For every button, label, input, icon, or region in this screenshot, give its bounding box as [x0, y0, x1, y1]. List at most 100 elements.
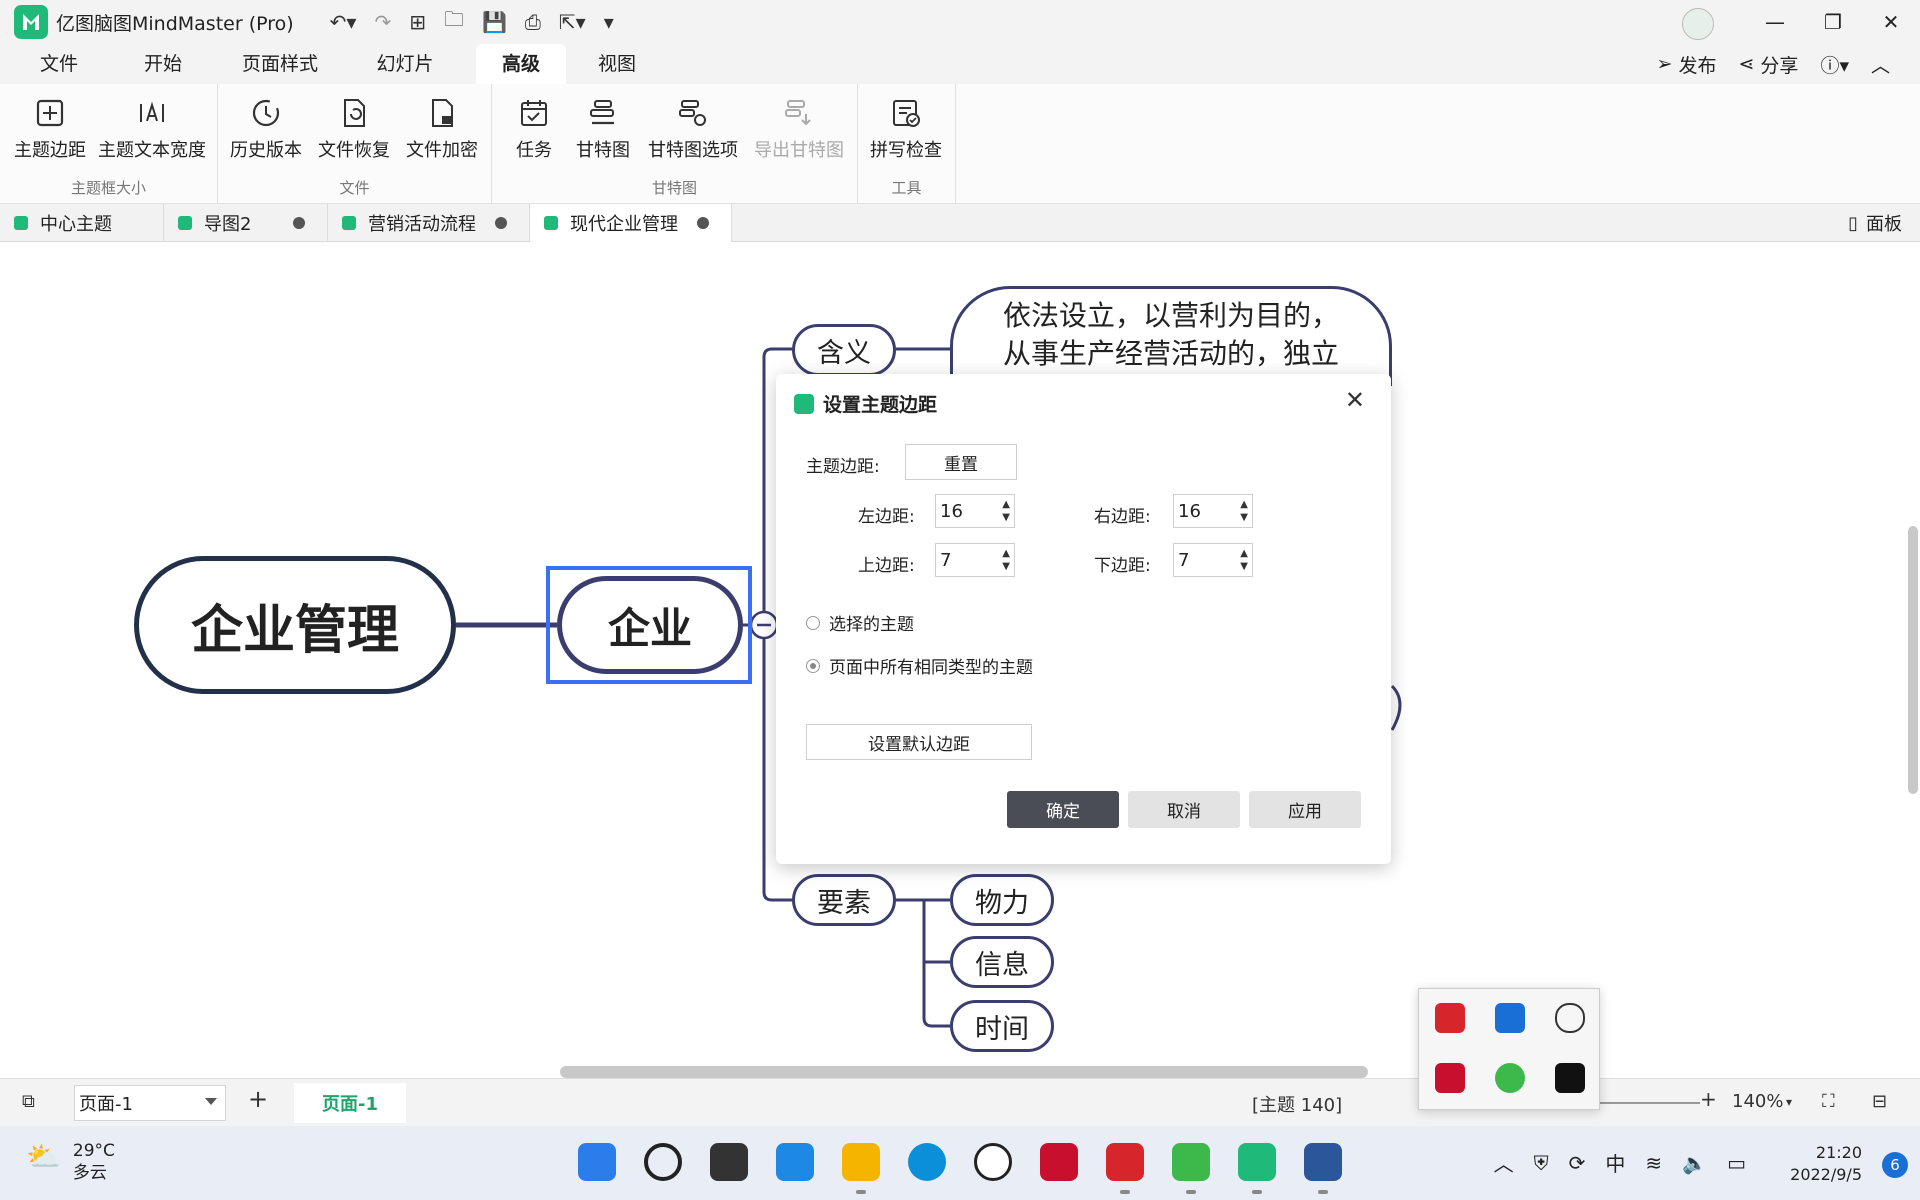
new-file-icon[interactable]: ⊞ [409, 10, 426, 34]
definition-topic[interactable]: 依法设立，以营利为目的， 从事生产经营活动的，独立 [950, 286, 1392, 386]
spinner-arrows-icon[interactable]: ▲ ▼ [1240, 498, 1248, 524]
vertical-scrollbar[interactable] [1908, 526, 1918, 794]
chevron-up-icon[interactable]: ︿ [1494, 1148, 1514, 1177]
app-tray-icon[interactable] [1555, 1063, 1585, 1093]
top-margin-input[interactable]: 7 ▲ ▼ [935, 543, 1015, 577]
radio-selected-topic[interactable]: 选择的主题 [806, 610, 914, 635]
tab-file[interactable]: 文件 [22, 44, 96, 84]
tab-slides[interactable]: 幻灯片 [360, 44, 450, 84]
unsaved-dot-icon[interactable] [697, 217, 709, 229]
dialog-close-icon[interactable]: ✕ [1345, 386, 1365, 414]
right-margin-input[interactable]: 16 ▲ ▼ [1173, 494, 1253, 528]
task-button[interactable]: 任务 [516, 96, 552, 162]
help-button[interactable]: ⓘ▾ [1820, 51, 1849, 78]
root-topic[interactable]: 企业管理 [134, 556, 456, 694]
apply-button[interactable]: 应用 [1249, 791, 1361, 828]
page-select[interactable]: 页面-1 [74, 1085, 226, 1121]
subtopic-material[interactable]: 物力 [950, 874, 1054, 926]
wechat-taskbar-icon[interactable] [1172, 1143, 1210, 1181]
doc-tab-marketing[interactable]: 营销活动流程 [328, 204, 530, 242]
zoom-level[interactable]: 140% [1732, 1091, 1783, 1112]
spinner-arrows-icon[interactable]: ▲ ▼ [1002, 547, 1010, 573]
print-icon[interactable]: ⎙ [525, 10, 541, 34]
topic-elements[interactable]: 要素 [792, 874, 896, 926]
search-icon[interactable] [644, 1143, 682, 1181]
edge-icon[interactable] [908, 1143, 946, 1181]
cancel-button[interactable]: 取消 [1128, 791, 1240, 828]
page-tab[interactable]: 页面-1 [294, 1083, 406, 1123]
shield-icon[interactable]: ⛨ [1534, 1151, 1549, 1175]
spell-check-button[interactable]: 拼写检查 [870, 96, 942, 162]
reset-button[interactable]: 重置 [905, 444, 1017, 480]
topic-margin-button[interactable]: 主题边距 [14, 96, 86, 162]
share-button[interactable]: ⋖ 分享 [1739, 51, 1799, 78]
export-gantt-button[interactable]: 导出甘特图 [754, 96, 844, 162]
zoom-slider[interactable] [1600, 1102, 1700, 1104]
add-page-icon[interactable]: + [248, 1085, 268, 1113]
file-recovery-button[interactable]: 文件恢复 [318, 96, 390, 162]
undo-icon[interactable]: ↶▾ [330, 10, 357, 34]
redo-icon[interactable]: ↷ [374, 10, 391, 34]
topic-text-width-button[interactable]: 主题文本宽度 [98, 96, 206, 162]
weather-widget[interactable]: ⛅ 29°C 多云 [26, 1140, 115, 1184]
subtopic-information[interactable]: 信息 [950, 936, 1054, 988]
defender-icon[interactable] [1495, 1003, 1525, 1033]
customize-toolbar-icon[interactable]: ▾ [604, 10, 614, 34]
main-topic[interactable]: 企业 [557, 576, 743, 674]
file-explorer-icon[interactable] [842, 1143, 880, 1181]
clock[interactable]: 21:20 2022/9/5 [1790, 1142, 1862, 1186]
tab-start[interactable]: 开始 [126, 44, 200, 84]
minimize-icon[interactable]: — [1746, 10, 1804, 34]
collapse-ribbon-button[interactable]: ︿ [1871, 51, 1890, 78]
wechat-icon[interactable] [1495, 1063, 1525, 1093]
user-avatar[interactable] [1682, 8, 1714, 40]
ime-indicator[interactable]: 中 [1605, 1148, 1625, 1177]
radio-all-same-type[interactable]: 页面中所有相同类型的主题 [806, 653, 1033, 678]
tab-view[interactable]: 视图 [580, 44, 654, 84]
store-icon[interactable] [776, 1143, 814, 1181]
gantt-options-button[interactable]: 甘特图选项 [648, 96, 738, 162]
start-icon[interactable] [578, 1143, 616, 1181]
file-encrypt-button[interactable]: 文件加密 [406, 96, 478, 162]
fit-page-icon[interactable]: ⊟ [1872, 1091, 1887, 1112]
unsaved-dot-icon[interactable] [293, 217, 305, 229]
wifi-icon[interactable]: ≋ [1645, 1151, 1662, 1175]
bottom-margin-input[interactable]: 7 ▲ ▼ [1173, 543, 1253, 577]
doc-tab-modern-management[interactable]: 现代企业管理 [530, 204, 732, 242]
topic-meaning[interactable]: 含义 [792, 324, 896, 376]
onedrive-icon[interactable] [1555, 1003, 1585, 1033]
gantt-button[interactable]: 甘特图 [576, 96, 630, 162]
zoom-in-icon[interactable]: + [1700, 1087, 1717, 1111]
open-folder-icon[interactable]: 🗀 [444, 5, 464, 39]
mcafee-icon[interactable] [1435, 1063, 1465, 1093]
save-icon[interactable]: 💾 [482, 10, 507, 34]
mcafee-taskbar-icon[interactable] [1040, 1143, 1078, 1181]
spinner-arrows-icon[interactable]: ▲ ▼ [1240, 547, 1248, 573]
dell-icon[interactable] [974, 1143, 1012, 1181]
spinner-arrows-icon[interactable]: ▲ ▼ [1002, 498, 1010, 524]
unsaved-dot-icon[interactable] [495, 217, 507, 229]
history-version-button[interactable]: 历史版本 [230, 96, 302, 162]
battery-icon[interactable]: ▭ [1727, 1151, 1746, 1175]
doc-tab-center-topic[interactable]: 中心主题 [0, 204, 164, 242]
security-app-icon[interactable] [1435, 1003, 1465, 1033]
restore-icon[interactable]: ❐ [1804, 10, 1862, 34]
security-taskbar-icon[interactable] [1106, 1143, 1144, 1181]
export-icon[interactable]: ⇱▾ [559, 10, 586, 34]
sync-icon[interactable]: ⟳ [1569, 1151, 1586, 1175]
volume-icon[interactable]: 🔈 [1682, 1151, 1707, 1175]
notification-badge[interactable]: 6 [1882, 1152, 1908, 1178]
panel-button[interactable]: ▯ 面板 [1848, 204, 1902, 242]
task-view-icon[interactable] [710, 1143, 748, 1181]
tab-advanced[interactable]: 高级 [476, 44, 566, 84]
tab-page-style[interactable]: 页面样式 [232, 44, 328, 84]
mindmaster-taskbar-icon[interactable] [1238, 1143, 1276, 1181]
publish-button[interactable]: ➢ 发布 [1657, 51, 1717, 78]
horizontal-scrollbar[interactable] [560, 1066, 1368, 1078]
left-margin-input[interactable]: 16 ▲ ▼ [935, 494, 1015, 528]
subtopic-time[interactable]: 时间 [950, 1000, 1054, 1052]
doc-tab-map2[interactable]: 导图2 [164, 204, 328, 242]
fullscreen-icon[interactable]: ⛶ [1822, 1091, 1835, 1112]
chevron-down-icon[interactable]: ▾ [1786, 1095, 1792, 1109]
set-default-margin-button[interactable]: 设置默认边距 [806, 724, 1032, 760]
